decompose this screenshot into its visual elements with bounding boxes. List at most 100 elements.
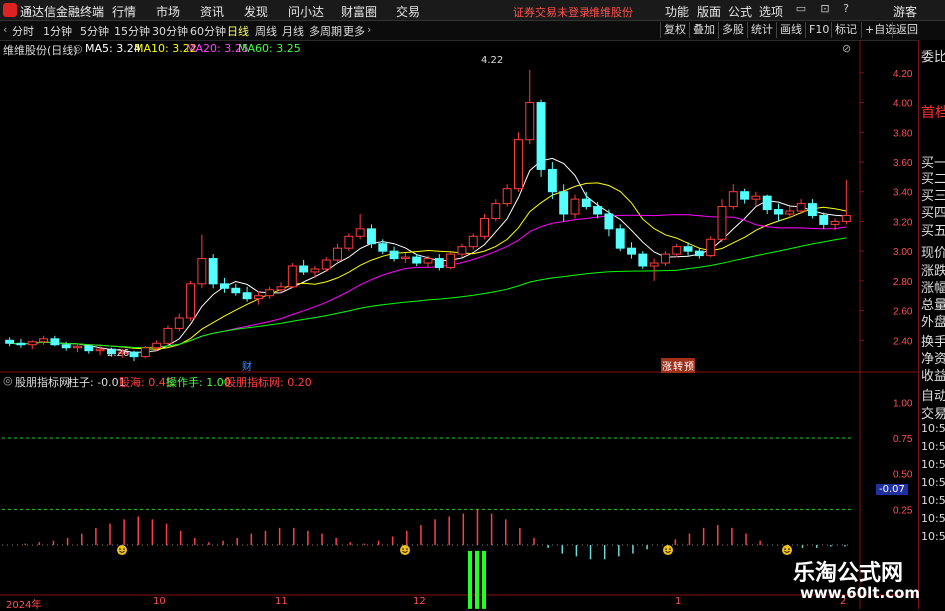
menu-item-hangqing[interactable]: 行情 (112, 3, 136, 20)
close-panel-icon[interactable]: ⊘ (842, 42, 851, 55)
menu-item-zixun[interactable]: 资讯 (200, 3, 224, 20)
panel-time-2: 10:53 (921, 440, 945, 453)
smiley-signal-icon (117, 545, 127, 556)
indicator-name[interactable]: 股朋指标网 (15, 374, 70, 390)
lock-icon[interactable]: ⊡ (818, 2, 832, 16)
price-tick-label: 3.20 (893, 217, 913, 228)
event-tag-cai[interactable]: 财 (241, 358, 253, 373)
candle-body (412, 256, 422, 264)
candle-body (627, 247, 636, 255)
menu-item-gongshi[interactable]: 公式 (728, 3, 752, 20)
candle-body (220, 283, 229, 289)
watermark-title: 乐淘公式网 (793, 561, 904, 586)
ma60-line (9, 237, 847, 348)
tab-period-monthly[interactable]: 月线 (282, 23, 304, 39)
menu-item-caifuquan[interactable]: 财富圈 (341, 3, 377, 20)
kline-chart[interactable]: 4.20 4.00 3.80 3.60 3.40 3.20 3.00 2.80 2.60 2.40… (0, 40, 918, 609)
candle-body (186, 283, 196, 319)
candle-body (570, 198, 580, 215)
candle-body (299, 265, 309, 273)
tab-period-60min[interactable]: 60分钟 (190, 23, 226, 39)
button-biaoji[interactable]: 标记 (831, 22, 860, 38)
price-axis: 4.20 4.00 3.80 3.60 3.40 3.20 3.00 2.80 2.60 2.40… (893, 69, 913, 516)
candle-body (197, 258, 207, 285)
candle-body (163, 327, 173, 344)
candle-body (355, 228, 365, 237)
panel-weibi: 委比 (921, 50, 945, 65)
candle-body (559, 191, 569, 215)
tab-period-more[interactable]: 更多 (343, 23, 365, 39)
candle-body (774, 209, 783, 215)
button-tongji[interactable]: 统计 (747, 22, 776, 38)
price-tick-label: 4.00 (893, 99, 913, 110)
candle-body (446, 253, 456, 268)
panel-auto[interactable]: 自动 (921, 385, 945, 404)
candle-body (491, 203, 501, 219)
login-status[interactable]: 证券交易未登录 (513, 4, 590, 20)
tab-period-5min[interactable]: 5分钟 (80, 23, 109, 39)
candle-body (423, 258, 433, 264)
menu-item-faxian[interactable]: 发现 (244, 3, 268, 20)
smiley-eye (406, 548, 408, 550)
candle-body (333, 247, 343, 261)
moving-average-lines (9, 157, 847, 354)
date-axis: 2024年 10 11 12 1 2 (0, 596, 860, 611)
candle-body (751, 195, 761, 200)
chevron-right-icon[interactable]: › (367, 23, 371, 36)
button-diejia[interactable]: 叠加 (689, 22, 718, 38)
indicator-caozuoshou: 操作手: 1.00 (166, 376, 231, 389)
candle-body (39, 338, 49, 343)
smiley-eye (669, 548, 671, 550)
panel-trade[interactable]: 交易 (921, 403, 945, 422)
menu-item-gongneng[interactable]: 功能 (665, 3, 689, 20)
candle-body (389, 250, 399, 260)
indicator-gupeng: 股朋指标网: 0.20 (225, 376, 312, 389)
candle-body (536, 102, 546, 170)
user-label[interactable]: 游客 (893, 3, 917, 20)
panel-first: 首档 (921, 105, 945, 121)
event-tag-yu[interactable]: 预 (683, 358, 695, 373)
price-tick-label: 3.60 (893, 158, 913, 169)
menu-item-banmian[interactable]: 版面 (697, 3, 721, 20)
tab-period-1min[interactable]: 1分钟 (43, 23, 72, 39)
candle-body (841, 214, 851, 222)
tab-period-weekly[interactable]: 周线 (255, 23, 277, 39)
button-f10[interactable]: F10 (805, 22, 832, 38)
candle-body (321, 259, 331, 270)
candle-body (796, 203, 806, 212)
indicator-tick-label: 0.25 (893, 505, 913, 516)
candle-body (830, 220, 840, 225)
tab-period-30min[interactable]: 30分钟 (152, 23, 188, 39)
candle-body (525, 102, 535, 141)
candle-body (672, 246, 682, 255)
button-fuquan[interactable]: 复权 (660, 22, 689, 38)
button-huaxian[interactable]: 画线 (776, 22, 805, 38)
help-icon[interactable]: ? (839, 2, 853, 16)
button-back[interactable]: 返回 (892, 22, 921, 38)
candle-body (73, 345, 82, 349)
tab-period-daily[interactable]: 日线 (227, 23, 249, 39)
price-tick-label: 3.80 (893, 128, 913, 139)
candle-body (706, 238, 716, 257)
menu-item-xuanxiang[interactable]: 选项 (759, 3, 783, 20)
tab-period-multi[interactable]: 多周期 (309, 23, 342, 39)
tab-period-15min[interactable]: 15分钟 (114, 23, 150, 39)
tab-period-fenshi[interactable]: 分时 (12, 23, 34, 39)
button-duogu[interactable]: 多股 (718, 22, 747, 38)
toolbar-collapse-icon[interactable]: ‹ (3, 23, 7, 36)
smiley-eye (665, 548, 667, 550)
smiley-face (782, 545, 792, 556)
restore-icon[interactable]: ▭ (794, 2, 808, 16)
candle-body (27, 341, 37, 346)
candle-body (378, 243, 388, 252)
current-stock-name: 维维股份 (589, 6, 633, 19)
indicator-settings-icon[interactable]: ◎ (3, 374, 13, 387)
smiley-eye (788, 548, 790, 550)
candle-body (265, 289, 275, 297)
ma-settings-icon[interactable]: ◎ (73, 42, 83, 55)
panel-time-1: 10:53 (921, 422, 945, 435)
menu-item-shichang[interactable]: 市场 (156, 3, 180, 20)
menu-item-wenxiaoda[interactable]: 问小达 (288, 3, 324, 20)
menu-item-jiaoyi[interactable]: 交易 (396, 3, 420, 20)
smiley-signal-icon (782, 545, 792, 556)
